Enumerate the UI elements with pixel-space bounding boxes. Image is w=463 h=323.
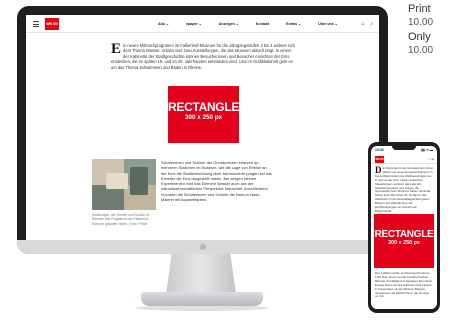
print-price: 10.00 <box>408 17 434 28</box>
price-panel: Print 10.00 Only 10.00 <box>408 2 463 58</box>
article-photo[interactable] <box>92 159 156 210</box>
desktop-screen: WN SN Abo ⌄ epaper ⌄ Anzeigen ⌄ Kontakt … <box>26 15 379 240</box>
status-time: 10:30 <box>375 148 384 152</box>
article-intro: Ein neues Mitmachprogramm im Falkenhof-M… <box>111 41 296 70</box>
mobile-phone: 10:30 ▮▮ ≋ ▬ WN SN ⌕ ☰ Die Menschen in d… <box>368 142 440 313</box>
online-price: 10.00 <box>408 45 434 56</box>
mobile-header-icons[interactable]: ⌕ ☰ <box>429 157 434 161</box>
mobile-logo[interactable]: WN SN <box>375 156 384 163</box>
ad-title: RECTANGLE <box>168 100 240 114</box>
mobile-ad-rectangle[interactable]: RECTANGLE 300 x 250 px <box>374 214 434 268</box>
mobile-intro: Die Menschen in der Europäischen Union w… <box>375 166 433 214</box>
body-paragraph: Schülerinnen und Schüler der Grundschule… <box>161 160 272 203</box>
signal-icon: ▮▮ ≋ ▬ <box>421 148 433 152</box>
mobile-intro-text: ie Menschen in der Europäischen Union wä… <box>375 166 433 213</box>
print-label: Print <box>408 3 431 15</box>
mobile-header: WN SN ⌕ ☰ <box>371 155 437 164</box>
person-icon[interactable]: ☺ <box>360 21 365 27</box>
main-nav: Abo ⌄ epaper ⌄ Anzeigen ⌄ Kontakt Extras… <box>158 15 355 33</box>
photo-caption: Stadtmappe, der Schüler und Schüler im R… <box>92 213 150 226</box>
monitor-stand <box>166 254 236 294</box>
nav-item-extras[interactable]: Extras ⌄ <box>286 22 301 26</box>
mobile-ad-size: 300 x 250 px <box>388 240 420 246</box>
drop-cap: E <box>111 41 122 57</box>
ad-size: 300 x 250 px <box>184 114 223 121</box>
intro-text: in neues Mitmachprogramm im Falkenhof-Mu… <box>111 43 296 70</box>
nav-item-anzeigen[interactable]: Anzeigen ⌄ <box>219 22 239 26</box>
nav-item-abo[interactable]: Abo ⌄ <box>158 22 169 26</box>
intro-paragraph: Ein neues Mitmachprogramm im Falkenhof-M… <box>111 41 296 70</box>
desktop-monitor: WN SN Abo ⌄ epaper ⌄ Anzeigen ⌄ Kontakt … <box>17 6 388 254</box>
nav-item-kontakt[interactable]: Kontakt <box>256 22 269 26</box>
monitor-base <box>141 292 263 306</box>
site-header: WN SN Abo ⌄ epaper ⌄ Anzeigen ⌄ Kontakt … <box>26 15 379 33</box>
online-label: Only <box>408 31 431 43</box>
phone-notch <box>392 146 416 150</box>
monitor-chin <box>17 240 388 254</box>
menu-icon[interactable] <box>33 21 39 27</box>
ad-rectangle[interactable]: RECTANGLE 300 x 250 px <box>168 86 239 143</box>
search-icon[interactable]: ⌕ <box>370 21 373 27</box>
site-logo[interactable]: WN SN <box>45 18 59 30</box>
mobile-body: Den Auftakt machte am Dienstag Professor… <box>375 271 433 299</box>
nav-item-epaper[interactable]: epaper ⌄ <box>186 22 202 26</box>
mobile-ad-title: RECTANGLE <box>374 229 434 240</box>
mobile-screen: 10:30 ▮▮ ≋ ▬ WN SN ⌕ ☰ Die Menschen in d… <box>371 146 437 309</box>
nav-item-ueber-uns[interactable]: Über uns ⌄ <box>318 22 338 26</box>
header-icons: ☺ ⌕ <box>355 21 373 27</box>
